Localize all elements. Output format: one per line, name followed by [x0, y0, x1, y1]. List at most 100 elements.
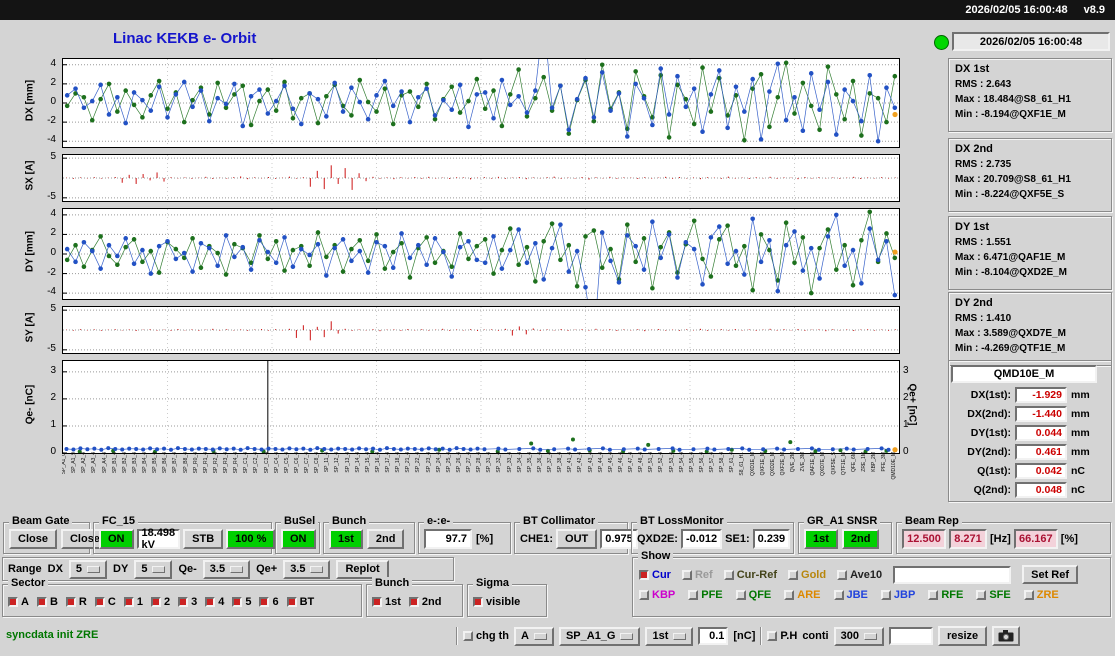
range-dx-value: 5 [75, 563, 83, 575]
checkbox-r[interactable]: R [65, 596, 87, 608]
x-axis-label: SP_C4_4 [273, 452, 280, 474]
sector-select[interactable]: A [514, 626, 554, 646]
bpm-row-unit: mm [1071, 407, 1090, 420]
x-axis-label: SP_B2_4 [121, 452, 128, 474]
gr-snsr-2nd-button[interactable]: 2nd [841, 529, 880, 549]
checkbox-indicator [372, 596, 382, 607]
checkbox-6[interactable]: 6 [259, 596, 279, 608]
checkbox-5[interactable]: 5 [232, 596, 251, 608]
busel-on-button[interactable]: ON [281, 529, 316, 549]
checkbox-cur-ref[interactable]: Cur-Ref [723, 569, 777, 581]
checkbox-zre[interactable]: ZRE [1023, 589, 1059, 601]
reference-file-input[interactable] [893, 565, 1012, 584]
checkbox-indicator [473, 596, 483, 607]
beam-rep-v1-readout: 12.500 [902, 529, 946, 549]
bpm-row-unit: mm [1071, 445, 1090, 458]
statusbar-controls: chg th A SP_A1_G 1st [nC] P.H conti 300 … [456, 624, 1021, 648]
checkbox-qfe[interactable]: QFE [735, 589, 772, 601]
y-tick-label: 2 [50, 391, 56, 403]
checkbox-indicator [688, 590, 699, 600]
bpm-readout-row: DX(1st): -1.929 mm [951, 385, 1109, 404]
checkbox-a[interactable]: A [8, 596, 29, 608]
checkbox-sfe[interactable]: SFE [976, 589, 1011, 601]
bunch-select-value: 1st [652, 630, 669, 642]
replot-button[interactable]: Replot [336, 559, 389, 579]
gr-snsr-1st-button[interactable]: 1st [804, 529, 838, 549]
checkbox-chg-th[interactable]: chg th [463, 630, 509, 642]
extra-input[interactable] [888, 627, 933, 645]
bpm-readout-row: Q(2nd): 0.048 nC [951, 480, 1109, 499]
bunch-select[interactable]: 1st [645, 626, 694, 646]
checkbox-are[interactable]: ARE [784, 589, 821, 601]
application-window: 2026/02/05 16:00:48 v8.9 Linac KEKB e- O… [0, 0, 1115, 656]
x-axis-label: SP_24_4 [435, 452, 442, 473]
gr-snsr-group: GR_A1 SNSR 1st 2nd [798, 515, 892, 554]
panel-timestamp: 2026/02/05 16:00:48 [952, 32, 1110, 51]
checkbox-3[interactable]: 3 [178, 596, 197, 608]
resize-button[interactable]: resize [937, 626, 988, 646]
device-select[interactable]: SP_A1_G [558, 626, 641, 646]
y-tick-label: 4 [50, 207, 56, 219]
checkbox-c[interactable]: C [94, 596, 116, 608]
bpm-row-value: 0.048 [1015, 481, 1067, 498]
bt-lossmonitor-title: BT LossMonitor [637, 515, 727, 528]
checkbox-ph[interactable]: P.H [767, 630, 797, 642]
bpm-row-label: DX(2nd): [967, 407, 1011, 420]
checkbox-indicator [1023, 590, 1034, 600]
checkbox-label: B [49, 595, 58, 608]
checkbox-jbp[interactable]: JBP [880, 589, 915, 601]
checkbox-label: QFE [748, 589, 772, 601]
beam-rep-hz-unit: [Hz] [990, 533, 1011, 545]
checkbox-label: JBE [846, 589, 868, 601]
x-axis-label: SP_A1_G [62, 452, 67, 475]
bunch-1st-button[interactable]: 1st [329, 529, 363, 549]
checkbox-b[interactable]: B [36, 595, 58, 608]
checkbox-2[interactable]: 2 [150, 596, 170, 608]
checkbox-ref[interactable]: Ref [681, 569, 713, 581]
checkbox-pfe[interactable]: PFE [688, 589, 723, 601]
x-axis-label: QFE_6M [850, 452, 857, 473]
range-dy-select[interactable]: 5 [134, 559, 173, 579]
checkbox-kbp[interactable]: KBP [639, 589, 675, 601]
interval-select[interactable]: 300 [833, 626, 884, 646]
x-axis-label: QXF5E_S [830, 452, 837, 475]
checkbox-cur[interactable]: Cur [639, 569, 671, 581]
x-axis-label: SP_14_4 [354, 452, 361, 473]
range-dx-select[interactable]: 5 [68, 559, 108, 579]
threshold-input[interactable] [698, 627, 729, 645]
checkbox-1[interactable]: 1 [123, 596, 143, 608]
checkbox-rfe[interactable]: RFE [928, 589, 963, 601]
screenshot-button[interactable] [992, 626, 1021, 646]
checkbox-1st[interactable]: 1st [372, 596, 401, 608]
checkbox-label: 2nd [421, 595, 442, 608]
checkbox-label: BT [299, 595, 315, 608]
y-tick-label: -2 [47, 115, 56, 127]
dy-1st-stats: DY 1st RMS : 1.551 Max : 6.471@QAF1E_M M… [948, 216, 1112, 290]
range-qe-minus-select[interactable]: 3.5 [202, 559, 251, 579]
checkbox-4[interactable]: 4 [205, 596, 224, 608]
x-axis-label: SP_52_4 [658, 452, 665, 473]
x-axis-label: SP_47_4 [628, 452, 634, 473]
checkbox-indicator [784, 590, 795, 600]
checkbox-visible[interactable]: visible [473, 596, 520, 608]
bpm-row-value: 0.044 [1015, 424, 1067, 441]
checkbox-bt[interactable]: BT [286, 595, 315, 608]
x-axis-label: SP_R2_4 [212, 452, 219, 474]
range-qe-plus-select[interactable]: 3.5 [283, 559, 331, 579]
checkbox-2nd[interactable]: 2nd [408, 595, 442, 608]
checkbox-indicator [681, 569, 692, 580]
set-ref-button[interactable]: Set Ref [1022, 565, 1079, 584]
y-tick-label: 5 [50, 303, 56, 315]
checkbox-ave10[interactable]: Ave10 [837, 569, 882, 581]
bpm-row-unit: nC [1071, 464, 1085, 477]
checkbox-label: 4 [218, 595, 225, 608]
x-axis-label: SP_44_4 [597, 452, 604, 473]
checkbox-gold[interactable]: Gold [788, 569, 826, 581]
fc15-stb-button[interactable]: STB [183, 529, 224, 549]
fc15-on-button[interactable]: ON [99, 529, 134, 549]
range-dy-value: 5 [141, 563, 148, 575]
qxd2e-label: QXD2E: [637, 533, 678, 545]
bunch-2nd-button[interactable]: 2nd [366, 529, 405, 549]
checkbox-jbe[interactable]: JBE [833, 589, 868, 601]
beam-gate-close1-button[interactable]: Close [9, 529, 57, 549]
